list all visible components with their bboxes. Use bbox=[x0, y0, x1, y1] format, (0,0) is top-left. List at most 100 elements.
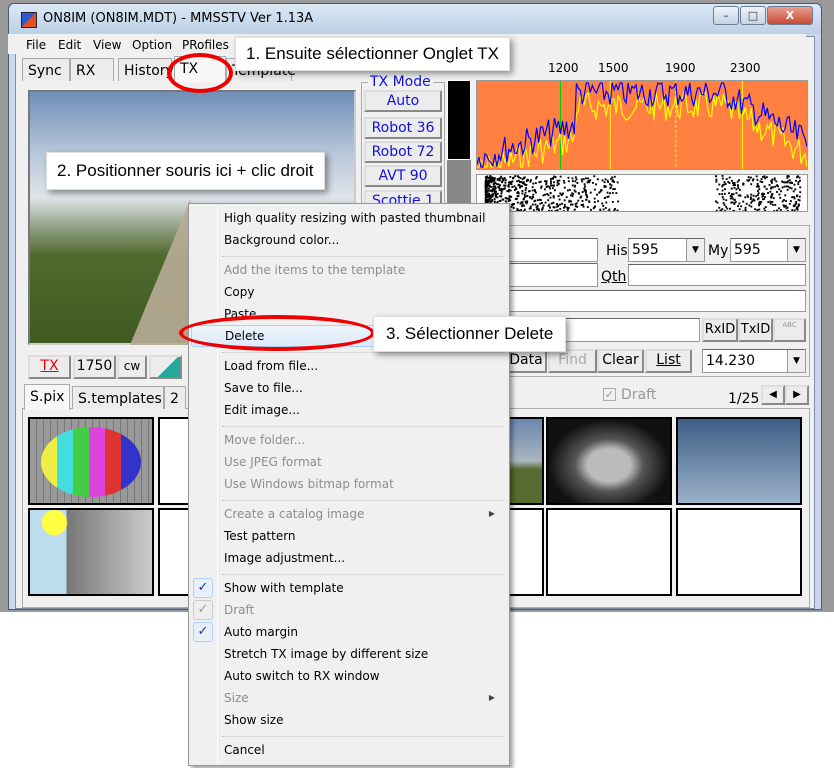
waterfall-dot bbox=[516, 180, 519, 183]
thumbnail-antenna[interactable] bbox=[676, 417, 802, 505]
waterfall-dot bbox=[715, 209, 718, 211]
menu-item-auto-margin[interactable]: ✓ Auto margin bbox=[191, 621, 507, 643]
waterfall-dot bbox=[493, 198, 496, 201]
menu-item-show-with-template[interactable]: ✓ Show with template bbox=[191, 577, 507, 599]
note-field[interactable] bbox=[505, 290, 806, 312]
tab-stemplates-2[interactable]: 2 bbox=[164, 386, 186, 409]
mode-avt90-button[interactable]: AVT 90 bbox=[364, 165, 442, 187]
waterfall-dot bbox=[716, 188, 719, 191]
chevron-down-icon[interactable]: ▼ bbox=[686, 239, 704, 261]
submenu-arrow-icon: ▶ bbox=[488, 509, 495, 518]
waterfall-dot bbox=[797, 183, 800, 186]
next-page-button[interactable]: ▶ bbox=[785, 385, 809, 405]
waterfall-dot bbox=[574, 180, 577, 183]
waterfall-dot bbox=[514, 189, 516, 191]
data-button[interactable]: Data bbox=[505, 349, 547, 373]
freq-tick: 1900 bbox=[665, 61, 696, 75]
waterfall-dot bbox=[594, 205, 597, 208]
menu-edit[interactable]: Edit bbox=[58, 38, 81, 52]
minimize-button[interactable]: – bbox=[713, 6, 739, 25]
qth-field[interactable] bbox=[628, 264, 806, 286]
waterfall-dot bbox=[753, 199, 756, 202]
tab-rx[interactable]: RX bbox=[70, 58, 114, 81]
waterfall-dot bbox=[584, 177, 587, 180]
waterfall-dot bbox=[588, 181, 591, 184]
abc-button[interactable]: ABC bbox=[773, 318, 806, 342]
thumbnail-drawing[interactable] bbox=[28, 508, 154, 596]
waterfall-dot bbox=[490, 181, 493, 184]
maximize-button[interactable]: □ bbox=[740, 6, 766, 25]
menu-item-high-quality-resizing-with-pasted-thumbnail[interactable]: High quality resizing with pasted thumbn… bbox=[191, 207, 507, 229]
title-bar[interactable]: ON8IM (ON8IM.MDT) - MMSSTV Ver 1.13A – □… bbox=[9, 4, 821, 34]
menu-item-edit-image[interactable]: Edit image... bbox=[191, 399, 507, 421]
clear-button[interactable]: Clear bbox=[597, 349, 644, 373]
checkmark-icon: ✓ bbox=[193, 600, 213, 620]
close-button[interactable]: X bbox=[767, 6, 813, 25]
menu-item-copy[interactable]: Copy bbox=[191, 281, 507, 303]
cw-button[interactable]: CW bbox=[117, 355, 147, 379]
waterfall-dot bbox=[715, 175, 718, 178]
waterfall-dot bbox=[586, 181, 589, 184]
menu-item-background-color[interactable]: Background color... bbox=[191, 229, 507, 251]
call-field[interactable] bbox=[505, 238, 598, 262]
prev-page-button[interactable]: ◀ bbox=[761, 385, 785, 405]
tab-spix[interactable]: S.pix bbox=[24, 384, 70, 410]
waterfall-dot bbox=[737, 194, 740, 197]
mode-robot72-button[interactable]: Robot 72 bbox=[364, 141, 442, 163]
waterfall-dot bbox=[509, 182, 512, 185]
rxid-button[interactable]: RxID bbox=[702, 318, 738, 342]
waterfall-dot bbox=[557, 205, 560, 208]
menu-item-image-adjustment[interactable]: Image adjustment... bbox=[191, 547, 507, 569]
chevron-down-icon[interactable]: ▼ bbox=[787, 350, 805, 372]
waterfall-dot bbox=[488, 179, 491, 182]
menu-item-cancel[interactable]: Cancel bbox=[191, 739, 507, 761]
frequency-select[interactable]: 14.230 ▼ bbox=[702, 349, 806, 373]
thumbnail-cat[interactable] bbox=[546, 417, 672, 505]
waterfall-dot bbox=[738, 202, 741, 205]
my-rst-value: 595 bbox=[734, 242, 761, 258]
tone-1750-button[interactable]: 1750 bbox=[73, 355, 116, 379]
menu-item-show-size[interactable]: Show size bbox=[191, 709, 507, 731]
draft-checkbox[interactable]: ✓ bbox=[603, 388, 616, 401]
waterfall-dot bbox=[521, 205, 523, 208]
mode-robot36-button[interactable]: Robot 36 bbox=[364, 117, 442, 139]
menu-item-auto-switch-to-rx-window[interactable]: Auto switch to RX window bbox=[191, 665, 507, 687]
find-button[interactable]: Find bbox=[548, 349, 597, 373]
waterfall-dot bbox=[500, 195, 503, 198]
name-field[interactable] bbox=[505, 263, 598, 287]
list-button[interactable]: List bbox=[645, 349, 692, 373]
menu-profiles[interactable]: PRofiles bbox=[182, 38, 229, 52]
txid-button[interactable]: TxID bbox=[738, 318, 773, 342]
menu-item-load-from-file[interactable]: Load from file... bbox=[191, 355, 507, 377]
his-rst-select[interactable]: 595 ▼ bbox=[628, 238, 705, 262]
tx-button[interactable]: TX bbox=[28, 355, 71, 379]
menu-file[interactable]: File bbox=[26, 38, 46, 52]
tab-history[interactable]: History bbox=[118, 58, 174, 81]
menu-item-label: Test pattern bbox=[224, 529, 296, 543]
waterfall-dot bbox=[521, 190, 524, 192]
waterfall-dot bbox=[533, 200, 536, 203]
menu-view[interactable]: View bbox=[93, 38, 121, 52]
thumbnail-empty[interactable] bbox=[546, 508, 672, 596]
waterfall-display bbox=[476, 174, 808, 212]
menu-item-test-pattern[interactable]: Test pattern bbox=[191, 525, 507, 547]
text-to-image-icon[interactable] bbox=[149, 355, 182, 379]
waterfall-dot bbox=[544, 193, 547, 196]
mode-auto-button[interactable]: Auto bbox=[364, 90, 442, 112]
menu-item-save-to-file[interactable]: Save to file... bbox=[191, 377, 507, 399]
waterfall-dot bbox=[748, 178, 751, 181]
menu-option[interactable]: Option bbox=[132, 38, 172, 52]
waterfall-dot bbox=[559, 175, 562, 178]
waterfall-dot bbox=[756, 185, 758, 188]
tab-sync[interactable]: Sync bbox=[22, 58, 70, 81]
my-rst-select[interactable]: 595 ▼ bbox=[730, 238, 806, 262]
thumbnail-empty[interactable] bbox=[676, 508, 802, 596]
chevron-down-icon[interactable]: ▼ bbox=[787, 239, 805, 261]
menu-item-stretch-tx-image-by-different-size[interactable]: Stretch TX image by different size bbox=[191, 643, 507, 665]
waterfall-dot bbox=[602, 208, 605, 211]
waterfall-dot bbox=[499, 184, 501, 187]
waterfall-dot bbox=[537, 209, 540, 211]
waterfall-dot bbox=[514, 175, 517, 178]
thumbnail-test-card[interactable] bbox=[28, 417, 154, 505]
tab-stemplates-1[interactable]: S.templates 1 bbox=[72, 386, 175, 409]
